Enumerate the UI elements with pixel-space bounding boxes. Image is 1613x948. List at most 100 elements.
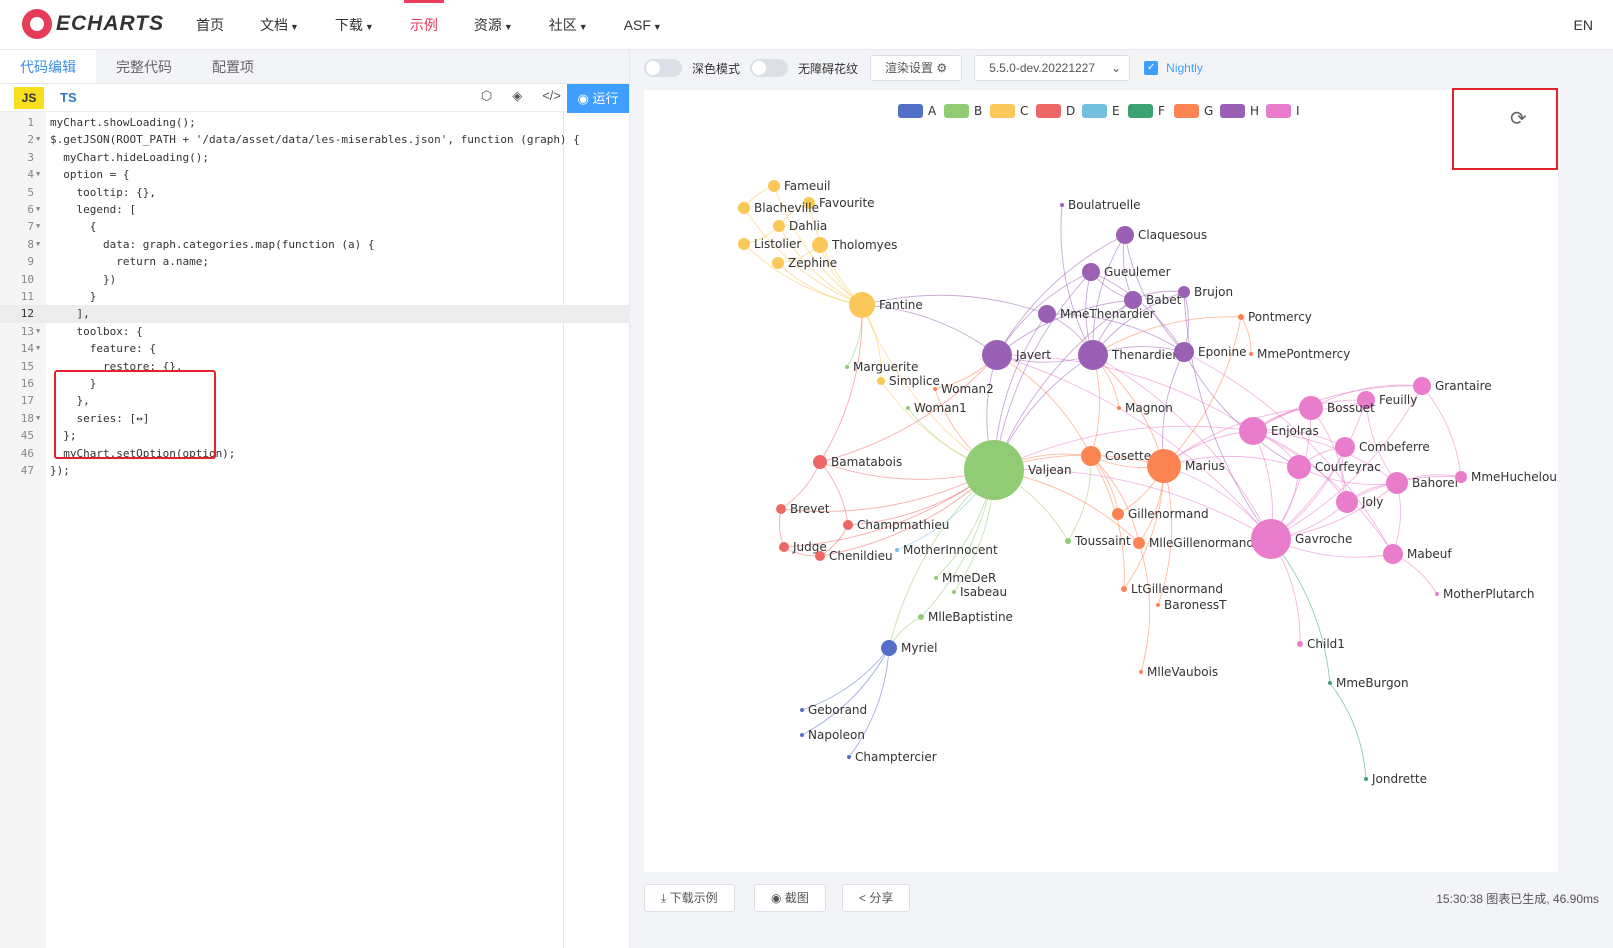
graph-node[interactable] xyxy=(1038,305,1056,323)
legend-label[interactable]: I xyxy=(1296,104,1300,118)
graph-node[interactable] xyxy=(1060,203,1064,207)
graph-node[interactable] xyxy=(1121,586,1127,592)
graph-node[interactable] xyxy=(1078,340,1108,370)
code-format-icon[interactable]: </> xyxy=(542,88,561,104)
graph-chart[interactable]: A B C D E F G H I Myriel Napoleon Geborand Champter… xyxy=(644,90,1565,872)
graph-node[interactable] xyxy=(849,292,875,318)
graph-node[interactable] xyxy=(800,733,804,737)
graph-node[interactable] xyxy=(847,755,851,759)
graph-node[interactable] xyxy=(1249,352,1253,356)
graph-node[interactable] xyxy=(1364,777,1368,781)
tab-options[interactable]: 配置项 xyxy=(192,50,274,83)
graph-node[interactable] xyxy=(934,576,938,580)
run-button[interactable]: ◉ 运行 xyxy=(567,84,629,113)
legend-label[interactable]: B xyxy=(974,104,982,118)
legend-label[interactable]: H xyxy=(1250,104,1259,118)
legend-swatch[interactable] xyxy=(1128,104,1153,118)
nav-item[interactable]: 首页 xyxy=(178,0,242,50)
graph-node[interactable] xyxy=(1174,342,1194,362)
language-switch[interactable]: EN xyxy=(1574,0,1593,50)
graph-node[interactable] xyxy=(895,548,899,552)
dark-mode-toggle[interactable] xyxy=(644,59,682,77)
fold-arrow-icon[interactable]: ▼ xyxy=(36,166,40,183)
download-example-button[interactable]: ⤓ 下载示例 xyxy=(644,884,735,912)
fold-arrow-icon[interactable]: ▼ xyxy=(36,410,40,427)
screenshot-button[interactable]: ◉ 截图 xyxy=(754,884,826,912)
fold-arrow-icon[interactable]: ▼ xyxy=(36,218,40,235)
legend-swatch[interactable] xyxy=(898,104,923,118)
restore-icon[interactable]: ⟳ xyxy=(1510,106,1527,131)
nav-item[interactable]: 下载 ▼ xyxy=(317,0,392,50)
fold-arrow-icon[interactable]: ▼ xyxy=(36,236,40,253)
graph-node[interactable] xyxy=(776,504,786,514)
graph-node[interactable] xyxy=(933,387,937,391)
graph-node[interactable] xyxy=(813,455,827,469)
graph-node[interactable] xyxy=(1133,537,1145,549)
graph-node[interactable] xyxy=(1116,226,1134,244)
fold-arrow-icon[interactable]: ▼ xyxy=(36,340,40,357)
graph-node[interactable] xyxy=(1178,286,1190,298)
graph-node[interactable] xyxy=(1435,592,1439,596)
graph-node[interactable] xyxy=(779,542,789,552)
graph-node[interactable] xyxy=(1251,519,1291,559)
graph-node[interactable] xyxy=(738,202,750,214)
chart-container[interactable]: A B C D E F G H I Myriel Napoleon Geborand Champter… xyxy=(644,90,1565,872)
graph-node[interactable] xyxy=(768,180,780,192)
graph-node[interactable] xyxy=(1287,455,1311,479)
graph-node[interactable] xyxy=(906,406,910,410)
graph-node[interactable] xyxy=(1336,491,1358,513)
graph-node[interactable] xyxy=(1297,641,1303,647)
graph-node[interactable] xyxy=(1081,446,1101,466)
graph-node[interactable] xyxy=(1112,508,1124,520)
tab-full-code[interactable]: 完整代码 xyxy=(96,50,192,83)
graph-node[interactable] xyxy=(1082,263,1100,281)
graph-node[interactable] xyxy=(1139,670,1143,674)
graph-node[interactable] xyxy=(1156,603,1160,607)
graph-node[interactable] xyxy=(964,440,1024,500)
graph-node[interactable] xyxy=(1386,472,1408,494)
graph-node[interactable] xyxy=(843,520,853,530)
echarts-logo[interactable]: ECHARTS xyxy=(22,9,164,39)
graph-node[interactable] xyxy=(800,708,804,712)
nav-item[interactable]: 文档 ▼ xyxy=(242,0,317,50)
nightly-checkbox[interactable]: ✓ xyxy=(1144,61,1159,75)
fold-arrow-icon[interactable]: ▼ xyxy=(36,323,40,340)
graph-node[interactable] xyxy=(815,551,825,561)
graph-node[interactable] xyxy=(1335,437,1355,457)
graph-node[interactable] xyxy=(877,377,885,385)
js-language-button[interactable]: JS xyxy=(14,86,44,109)
graph-node[interactable] xyxy=(1328,681,1332,685)
legend-swatch[interactable] xyxy=(1174,104,1199,118)
graph-node[interactable] xyxy=(1239,417,1267,445)
decal-toggle[interactable] xyxy=(750,59,789,77)
graph-node[interactable] xyxy=(1238,314,1244,320)
graph-node[interactable] xyxy=(1117,406,1121,410)
graph-node[interactable] xyxy=(845,365,849,369)
render-settings-button[interactable]: 渲染设置 ⚙ xyxy=(870,55,963,81)
fold-arrow-icon[interactable]: ▼ xyxy=(36,131,40,148)
legend-label[interactable]: D xyxy=(1066,104,1075,118)
legend-swatch[interactable] xyxy=(1036,104,1061,118)
nav-item[interactable]: 示例 xyxy=(392,0,456,50)
code-area[interactable]: 1 myChart.showLoading(); 2 ▼ $.getJSON(ROOT_… xyxy=(0,112,630,948)
graph-node[interactable] xyxy=(1147,449,1181,483)
ts-language-button[interactable]: TS xyxy=(60,90,77,105)
nav-item[interactable]: 资源 ▼ xyxy=(456,0,531,50)
legend-label[interactable]: A xyxy=(928,104,937,118)
nav-item[interactable]: 社区 ▼ xyxy=(531,0,606,50)
graph-node[interactable] xyxy=(918,614,924,620)
graph-node[interactable] xyxy=(982,340,1012,370)
codesandbox-icon[interactable]: ◈ xyxy=(512,88,522,104)
codepen-icon[interactable]: ⬡ xyxy=(481,88,492,104)
graph-node[interactable] xyxy=(952,590,956,594)
graph-node[interactable] xyxy=(1383,544,1403,564)
graph-node[interactable] xyxy=(738,238,750,250)
graph-node[interactable] xyxy=(1065,538,1071,544)
legend-label[interactable]: E xyxy=(1112,104,1120,118)
legend-swatch[interactable] xyxy=(1082,104,1107,118)
legend-label[interactable]: F xyxy=(1158,104,1165,118)
legend-label[interactable]: C xyxy=(1020,104,1028,118)
nav-item[interactable]: ASF ▼ xyxy=(606,0,680,50)
share-button[interactable]: < 分享 xyxy=(842,884,911,912)
version-select[interactable]: 5.5.0-dev.20221227 ⌄ xyxy=(974,55,1131,81)
